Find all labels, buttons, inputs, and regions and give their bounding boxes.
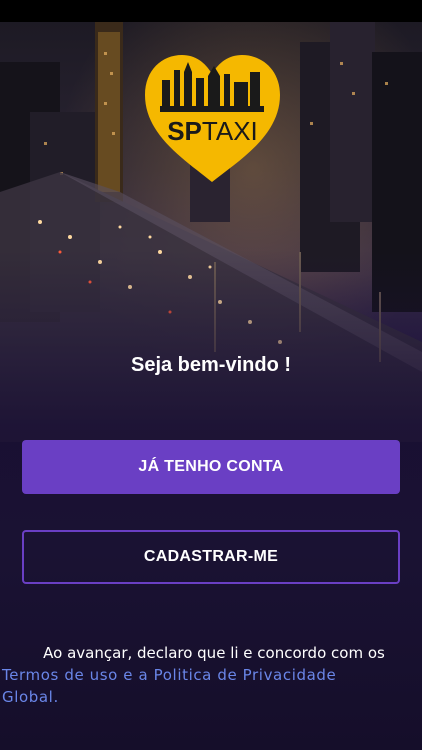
terms-privacy-link-continued[interactable]: Global. (0, 686, 422, 708)
signup-button[interactable]: CADASTRAR-ME (22, 530, 400, 584)
consent-text: Ao avançar, declaro que li e concordo co… (43, 644, 385, 662)
login-button[interactable]: JÁ TENHO CONTA (22, 440, 400, 494)
terms-privacy-link[interactable]: Termos de uso e a Politica de Privacidad… (0, 664, 422, 686)
logo-text-taxi: TAXI (201, 116, 258, 146)
logo-text-sp: SP (167, 116, 202, 146)
sptaxi-logo: SPTAXI (140, 50, 285, 185)
status-bar (0, 0, 422, 22)
logo-text: SPTAXI (140, 116, 285, 146)
consent-notice: Ao avançar, declaro que li e concordo co… (0, 642, 422, 708)
welcome-heading: Seja bem-vindo ! (130, 354, 292, 376)
